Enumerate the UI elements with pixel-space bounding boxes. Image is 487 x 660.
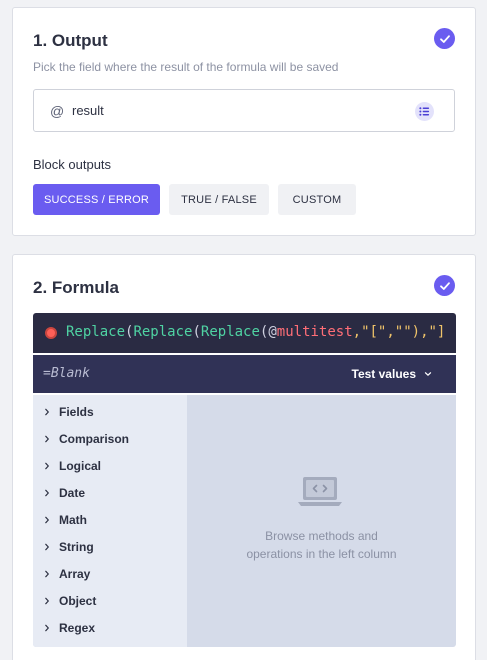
laptop-code-icon xyxy=(298,477,342,506)
chevron-right-icon xyxy=(45,462,49,470)
output-title: 1. Output xyxy=(33,31,108,50)
output-field-value: result xyxy=(72,103,104,118)
output-card: 1. Output Pick the field where the resul… xyxy=(12,7,476,236)
block-outputs-label: Block outputs xyxy=(33,157,112,172)
category-label: Object xyxy=(59,594,97,608)
at-icon: @ xyxy=(50,103,65,119)
category-comparison[interactable]: Comparison xyxy=(43,429,129,449)
true-false-button[interactable]: TRUE / FALSE xyxy=(169,184,269,215)
custom-button[interactable]: CUSTOM xyxy=(278,184,356,215)
formula-code[interactable]: Replace(Replace(Replace(@multitest,"[","… xyxy=(66,324,445,340)
formula-editor[interactable]: Replace(Replace(Replace(@multitest,"[","… xyxy=(33,313,456,395)
empty-state-line: operations in the left column xyxy=(246,547,397,561)
methods-explorer: Fields Comparison Logical Date Math Stri… xyxy=(33,395,456,647)
category-label: String xyxy=(59,540,94,554)
category-regex[interactable]: Regex xyxy=(43,618,95,638)
test-values-button[interactable]: Test values xyxy=(352,367,432,381)
category-date[interactable]: Date xyxy=(43,483,85,503)
category-label: Logical xyxy=(59,459,102,473)
chevron-right-icon xyxy=(45,597,49,605)
category-label: Date xyxy=(59,486,86,500)
result-bar: =Blank Test values xyxy=(33,355,456,393)
chevron-right-icon xyxy=(45,516,49,524)
code-string: ,"[",""),"] xyxy=(352,324,446,340)
success-error-button[interactable]: SUCCESS / ERROR xyxy=(33,184,160,215)
check-icon xyxy=(434,275,455,296)
formula-title: 2. Formula xyxy=(33,278,119,297)
chevron-right-icon xyxy=(45,543,49,551)
list-icon[interactable] xyxy=(415,102,434,121)
code-function: Replace xyxy=(66,324,126,340)
output-subtitle: Pick the field where the result of the f… xyxy=(33,60,339,74)
chevron-right-icon xyxy=(45,489,49,497)
chevron-right-icon xyxy=(45,570,49,578)
category-label: Math xyxy=(59,513,87,527)
chevron-right-icon xyxy=(45,435,49,443)
code-paren: ( xyxy=(192,324,201,340)
error-dot-icon xyxy=(45,327,57,339)
empty-state-line: Browse methods and xyxy=(265,529,378,543)
empty-state-message: Browse methods and operations in the lef… xyxy=(187,527,456,563)
method-details-empty: Browse methods and operations in the lef… xyxy=(187,395,456,647)
category-label: Comparison xyxy=(59,432,130,446)
code-function: Replace xyxy=(200,324,260,340)
methods-sidebar: Fields Comparison Logical Date Math Stri… xyxy=(33,395,187,647)
chevron-right-icon xyxy=(45,624,49,632)
category-label: Regex xyxy=(59,621,96,635)
code-function: Replace xyxy=(133,324,193,340)
chevron-right-icon xyxy=(45,408,49,416)
category-logical[interactable]: Logical xyxy=(43,456,101,476)
chevron-down-icon xyxy=(424,372,432,376)
category-string[interactable]: String xyxy=(43,537,94,557)
code-line[interactable]: Replace(Replace(Replace(@multitest,"[","… xyxy=(33,313,456,353)
category-fields[interactable]: Fields xyxy=(43,402,94,422)
category-label: Fields xyxy=(59,405,94,419)
category-label: Array xyxy=(59,567,91,581)
check-icon xyxy=(434,28,455,49)
code-variable: multitest xyxy=(276,324,353,340)
code-paren: (@ xyxy=(259,324,277,340)
formula-card: 2. Formula Replace(Replace(Replace(@mult… xyxy=(12,254,476,660)
result-preview: =Blank xyxy=(43,366,90,381)
category-math[interactable]: Math xyxy=(43,510,87,530)
output-field-selector[interactable]: @ result xyxy=(33,89,455,132)
category-object[interactable]: Object xyxy=(43,591,96,611)
category-array[interactable]: Array xyxy=(43,564,90,584)
test-values-label: Test values xyxy=(351,367,416,381)
